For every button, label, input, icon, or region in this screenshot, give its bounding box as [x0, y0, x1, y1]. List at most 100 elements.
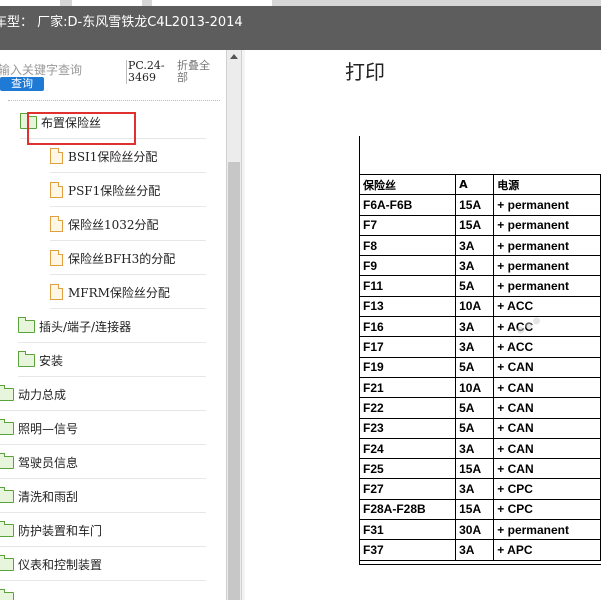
sidebar-scrollbar[interactable] — [226, 50, 241, 600]
fuse-table-body: F6A-F6B 15A + permanent F7 15A + permanent F8 3… — [358, 194, 601, 561]
cell-power-source: + CAN — [493, 458, 601, 480]
tree-item-powertrain[interactable]: 动力总成 — [0, 378, 206, 411]
cell-power-source: + ACC — [493, 295, 601, 318]
tree-item-label: 安装 — [39, 353, 64, 368]
folder-icon — [0, 554, 14, 571]
folder-icon — [0, 418, 14, 435]
cell-fuse: F37 — [358, 539, 457, 561]
cell-amperage: 15A — [455, 194, 495, 216]
table-row: F19 5A + CAN — [358, 356, 601, 378]
cell-fuse: F27 — [358, 478, 457, 500]
cell-fuse: F13 — [358, 295, 457, 318]
cell-amperage: 3A — [455, 437, 495, 460]
cell-amperage: 10A — [455, 295, 495, 318]
tree-item-installation[interactable]: 安装 — [18, 344, 206, 377]
tree-item-label: 动力总成 — [18, 387, 67, 402]
cell-fuse: F22 — [358, 397, 457, 419]
cell-amperage: 5A — [455, 356, 495, 378]
tree-item-connectors[interactable]: 插头/端子/连接器 — [18, 310, 206, 343]
scroll-up-arrow-icon[interactable] — [230, 54, 238, 59]
tree-item-label: 照明—信号 — [18, 421, 79, 436]
cell-amperage: 15A — [455, 458, 495, 480]
tree-item-1032[interactable]: 保险丝1032分配 — [50, 208, 206, 241]
cell-fuse: F8 — [358, 234, 457, 257]
tree-item-driver-info[interactable]: 驾驶员信息 — [0, 446, 206, 479]
cell-power-source: + CAN — [493, 356, 601, 378]
tree-item-mfrm[interactable]: MFRM保险丝分配 — [50, 276, 206, 309]
tree-item-wash-wipe[interactable]: 清洗和雨刮 — [0, 480, 206, 513]
cell-fuse: F23 — [358, 417, 457, 439]
tree-item-fuse-layout[interactable]: 布置保险丝 — [20, 106, 206, 139]
tree-item-lighting-signal[interactable]: 照明—信号 — [0, 412, 206, 445]
folder-open-icon — [20, 112, 37, 129]
table-row: F7 15A + permanent — [358, 214, 601, 236]
cell-amperage: 3A — [455, 255, 495, 277]
table-row: F37 3A + APC — [358, 539, 601, 561]
table-row: F21 10A + CAN — [358, 376, 601, 399]
table-row: F6A-F6B 15A + permanent — [358, 194, 601, 216]
tree-item-label: 仪表和控制装置 — [18, 557, 103, 572]
collapse-all-button[interactable]: 折叠全部 — [177, 60, 217, 84]
document-pane: 打印 保险丝 A 电源 F6A-F6B 15A + permanent F7 15A + … — [245, 50, 601, 600]
cell-amperage: 3A — [455, 478, 495, 500]
table-row: F28A-F28B 15A + CPC — [358, 498, 601, 521]
table-row: F9 3A + permanent — [358, 255, 601, 277]
table-header-row: 保险丝 A 电源 — [358, 173, 601, 196]
tree-item-label: 驾驶员信息 — [18, 455, 79, 470]
tree-item-label: BSI1保险丝分配 — [68, 149, 158, 164]
cell-fuse: F28A-F28B — [358, 498, 457, 521]
tree-item-bfh3[interactable]: 保险丝BFH3的分配 — [50, 242, 206, 275]
folder-icon — [0, 589, 14, 600]
document-icon — [50, 148, 63, 164]
document-icon — [50, 250, 63, 266]
tree-item-label: 保险丝BFH3的分配 — [68, 251, 176, 266]
cell-fuse: F16 — [358, 316, 457, 338]
title-bar: 车型： 厂家:D-东风雪铁龙C4L2013-2014 — [0, 6, 601, 50]
document-icon — [50, 216, 63, 232]
document-title: 打印 — [345, 60, 385, 84]
query-button[interactable]: 查询 — [0, 77, 44, 91]
cell-fuse: F24 — [358, 437, 457, 460]
cell-amperage: 3A — [455, 234, 495, 257]
table-row: F16 3A + ACC — [358, 316, 601, 338]
folder-icon — [18, 316, 35, 333]
table-row: F24 3A + CAN — [358, 437, 601, 460]
cell-amperage: 5A — [455, 397, 495, 419]
tree-item-label: 布置保险丝 — [41, 115, 102, 130]
cell-power-source: + CPC — [493, 478, 601, 500]
cell-amperage: 3A — [455, 539, 495, 561]
tree-item-protection-doors[interactable]: 防护装置和车门 — [0, 514, 206, 547]
cell-power-source: + permanent — [493, 519, 601, 541]
table-row: F13 10A + ACC — [358, 295, 601, 318]
cell-fuse: F9 — [358, 255, 457, 277]
scrollbar-thumb[interactable] — [228, 162, 240, 600]
cell-amperage: 5A — [455, 417, 495, 439]
search-input[interactable] — [0, 62, 116, 78]
cell-fuse: F6A-F6B — [358, 194, 457, 216]
column-header-fuse: 保险丝 — [358, 173, 457, 196]
table-row: F22 5A + CAN — [358, 397, 601, 419]
cell-fuse: F31 — [358, 519, 457, 541]
cell-power-source: + CAN — [493, 437, 601, 460]
search-row: 查询 PC.24-3469 折叠全部 — [0, 50, 226, 96]
folder-icon — [0, 486, 14, 503]
cell-power-source: + APC — [493, 539, 601, 561]
cell-power-source: + permanent — [493, 275, 601, 297]
document-icon — [50, 284, 63, 300]
tree-item-partial[interactable] — [0, 582, 206, 600]
tree-item-psf1[interactable]: PSF1保险丝分配 — [50, 174, 206, 207]
cell-power-source: + ACC — [493, 316, 601, 338]
cell-amperage: 5A — [455, 275, 495, 297]
cell-power-source: + CAN — [493, 397, 601, 419]
tree-item-label: 插头/端子/连接器 — [39, 319, 132, 334]
cell-fuse: F11 — [358, 275, 457, 297]
cell-amperage: 10A — [455, 376, 495, 399]
tree-item-bsi1[interactable]: BSI1保险丝分配 — [50, 140, 206, 173]
folder-icon — [0, 384, 14, 401]
table-row: F8 3A + permanent — [358, 234, 601, 257]
tree-item-label: MFRM保险丝分配 — [68, 285, 170, 300]
table-row: F25 15A + CAN — [358, 458, 601, 480]
cell-power-source: + CAN — [493, 376, 601, 399]
table-row: F31 30A + permanent — [358, 519, 601, 541]
tree-item-instruments-controls[interactable]: 仪表和控制装置 — [0, 548, 206, 581]
